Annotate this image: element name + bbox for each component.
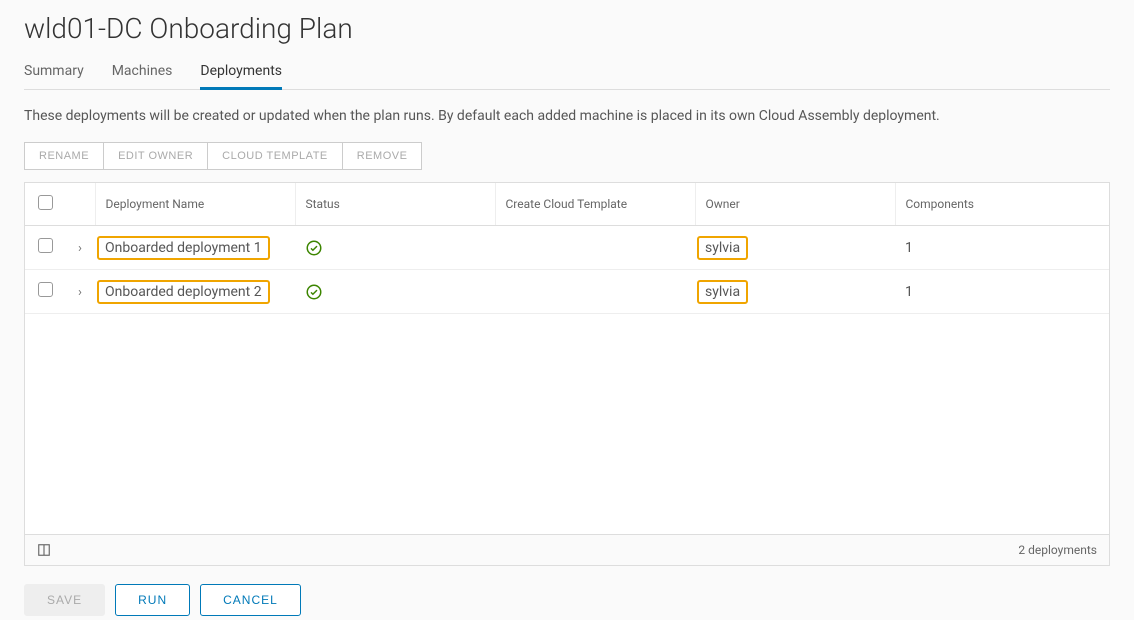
description-text: These deployments will be created or upd…	[24, 108, 1110, 124]
header-expand-cell	[65, 183, 95, 226]
action-bar: RENAME EDIT OWNER CLOUD TEMPLATE REMOVE	[24, 142, 422, 170]
tab-machines[interactable]: Machines	[112, 55, 173, 89]
deployment-name-highlight: Onboarded deployment 1	[97, 236, 270, 260]
owner-highlight: sylvia	[697, 280, 748, 304]
deployment-name[interactable]: Onboarded deployment 1	[105, 240, 262, 256]
bottom-buttons: SAVE RUN CANCEL	[24, 584, 1110, 620]
header-checkbox-cell	[25, 183, 65, 226]
header-components[interactable]: Components	[895, 183, 1109, 226]
header-owner[interactable]: Owner	[695, 183, 895, 226]
expand-toggle[interactable]: ›	[65, 226, 95, 270]
chevron-right-icon: ›	[78, 285, 82, 300]
components-cell: 1	[895, 226, 1109, 270]
deployments-table-wrap: Deployment Name Status Create Cloud Temp…	[24, 182, 1110, 566]
header-status[interactable]: Status	[295, 183, 495, 226]
success-icon	[305, 239, 323, 255]
expand-toggle[interactable]: ›	[65, 270, 95, 314]
save-button: SAVE	[24, 584, 105, 616]
deployment-name-highlight: Onboarded deployment 2	[97, 280, 270, 304]
owner-cell: sylvia	[705, 284, 740, 300]
chevron-right-icon: ›	[78, 241, 82, 256]
cancel-button[interactable]: CANCEL	[200, 584, 301, 616]
cloud-template-cell	[495, 270, 695, 314]
owner-cell: sylvia	[705, 240, 740, 256]
run-button[interactable]: RUN	[115, 584, 190, 616]
select-all-checkbox[interactable]	[38, 195, 53, 210]
count-text: 2 deployments	[1018, 543, 1097, 557]
row-checkbox[interactable]	[38, 238, 53, 253]
remove-button[interactable]: REMOVE	[343, 143, 422, 169]
deployment-name[interactable]: Onboarded deployment 2	[105, 284, 262, 300]
components-cell: 1	[895, 270, 1109, 314]
table-row: › Onboarded deployment 2 sylvia 1	[25, 270, 1109, 314]
cloud-template-cell	[495, 226, 695, 270]
empty-space	[25, 314, 1109, 534]
header-template[interactable]: Create Cloud Template	[495, 183, 695, 226]
tab-deployments[interactable]: Deployments	[200, 55, 282, 89]
cloud-template-button[interactable]: CLOUD TEMPLATE	[208, 143, 343, 169]
tab-summary[interactable]: Summary	[24, 55, 84, 89]
tabs: Summary Machines Deployments	[24, 55, 1110, 90]
page-title: wld01-DC Onboarding Plan	[24, 0, 1110, 55]
success-icon	[305, 283, 323, 299]
table-footer: 2 deployments	[25, 534, 1109, 565]
column-picker-icon[interactable]	[37, 543, 51, 557]
edit-owner-button[interactable]: EDIT OWNER	[104, 143, 208, 169]
deployments-table: Deployment Name Status Create Cloud Temp…	[25, 183, 1109, 314]
header-name[interactable]: Deployment Name	[95, 183, 295, 226]
row-checkbox[interactable]	[38, 282, 53, 297]
rename-button[interactable]: RENAME	[25, 143, 104, 169]
table-row: › Onboarded deployment 1 sylvia 1	[25, 226, 1109, 270]
owner-highlight: sylvia	[697, 236, 748, 260]
